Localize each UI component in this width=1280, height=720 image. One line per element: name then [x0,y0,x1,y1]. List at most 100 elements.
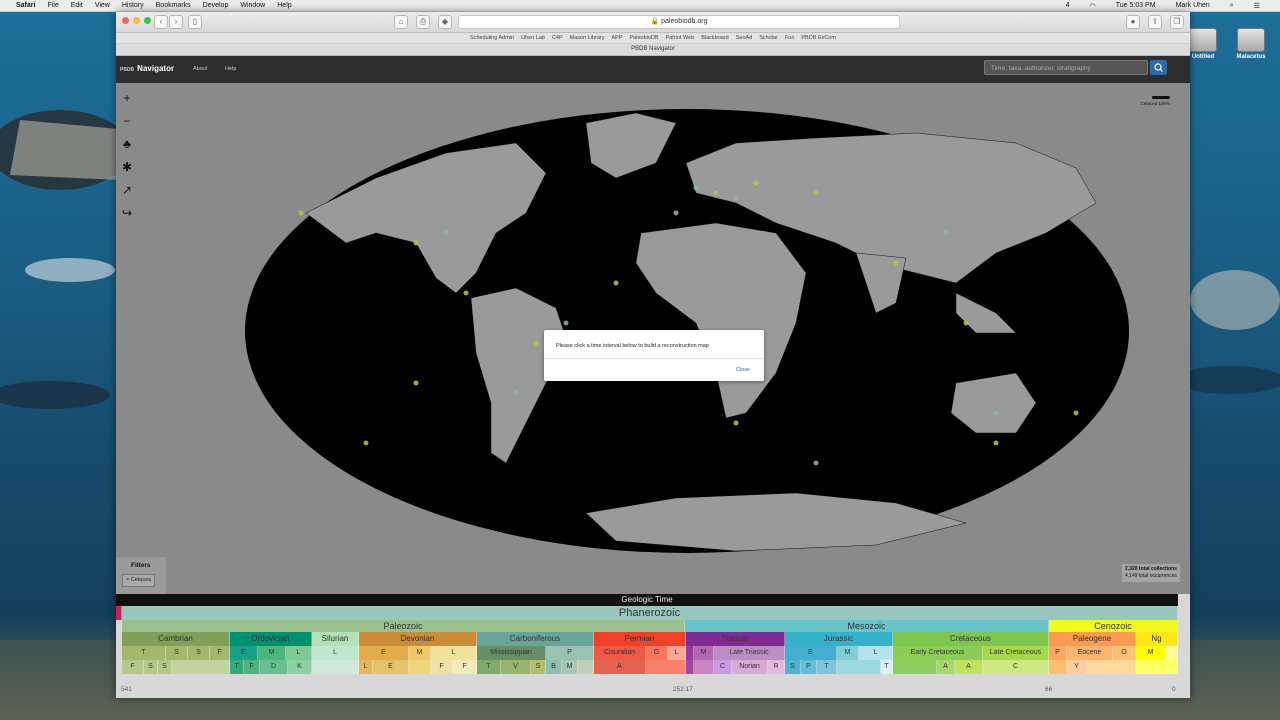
minimize-window-button[interactable] [133,17,140,24]
stage-cell[interactable] [312,660,359,674]
clock[interactable]: Tue 5:03 PM [1116,2,1156,9]
stage-cell[interactable]: V [501,660,531,674]
epoch-oligocene[interactable]: O [1113,646,1136,660]
battery-count[interactable]: 4 [1066,2,1070,9]
stage-cell[interactable]: F [244,660,260,674]
search-input[interactable]: Time, taxa, authorizer, stratigraphy [984,60,1148,75]
era-paleozoic[interactable]: Paleozoic [122,620,685,632]
epoch-cell[interactable]: L [431,646,477,660]
eon-phanerozoic[interactable]: Phanerozoic [122,606,1178,620]
epoch-early-cretaceous[interactable]: Early Cretaceous [893,646,983,660]
period-cretaceous[interactable]: Cretaceous [893,632,1049,646]
download-icon[interactable]: ● [1126,15,1140,29]
bookmark-item[interactable]: SeoAd [736,35,753,41]
menu-develop[interactable]: Develop [203,2,229,9]
period-jurassic[interactable]: Jurassic [785,632,893,646]
epoch-early-jurassic[interactable]: E [785,646,837,660]
tabs-icon[interactable]: ❐ [1170,15,1184,29]
epoch-cell[interactable]: M [409,646,431,660]
stage-cell[interactable]: P [801,660,817,674]
bookmark-item[interactable]: Scholar [759,35,778,41]
stage-cell[interactable] [646,660,686,674]
menu-bookmarks[interactable]: Bookmarks [156,2,191,9]
share-icon[interactable]: ⇪ [1148,15,1162,29]
stage-cell[interactable]: A [937,660,955,674]
period-cambrian[interactable]: Cambrian [122,632,230,646]
era-cenozoic[interactable]: Cenozoic [1049,620,1178,632]
epoch-cell[interactable]: T [122,646,166,660]
zoom-window-button[interactable] [144,17,151,24]
epoch-paleocene[interactable]: P [1049,646,1067,660]
stage-cell[interactable]: D [260,660,288,674]
epoch-middle-triassic[interactable]: M [694,646,714,660]
stage-cell[interactable]: T [230,660,244,674]
stage-cell[interactable]: B [546,660,562,674]
forward-button[interactable]: › [169,15,183,29]
stage-cell[interactable]: S [158,660,172,674]
stage-cell[interactable] [1049,660,1067,674]
period-carboniferous[interactable]: Carboniferous [477,632,594,646]
taxa-filter-icon[interactable]: ♣ [119,135,135,153]
period-silurian[interactable]: Silurian [312,632,359,646]
bookmark-item[interactable]: PaleobioDB [630,35,659,41]
notification-icon[interactable]: ☰ [1254,2,1260,10]
address-bar[interactable]: 🔒 paleobiodb.org [458,15,900,29]
bookmark-item[interactable]: Mason Library [570,35,605,41]
stage-cell[interactable]: C [714,660,732,674]
search-button[interactable] [1150,60,1167,75]
stage-cell[interactable]: T [881,660,893,674]
period-devonian[interactable]: Devonian [359,632,477,646]
stage-cell[interactable]: L [359,660,373,674]
period-triassic[interactable]: Triassic [686,632,785,646]
share-arrow-icon[interactable]: ↪ [119,204,135,222]
bookmark-item[interactable]: PBDB ExCom [801,35,836,41]
epoch-miocene[interactable]: M [1136,646,1166,660]
stage-cell[interactable]: S [531,660,546,674]
stage-cell[interactable] [409,660,431,674]
epoch-early-triassic[interactable] [686,646,694,660]
stage-cell[interactable]: C [983,660,1049,674]
epoch-cell[interactable]: E [359,646,409,660]
stage-cell[interactable]: M [562,660,578,674]
epoch-cell[interactable]: E [230,646,258,660]
stage-cell[interactable]: T [817,660,837,674]
stage-cell[interactable]: A [955,660,983,674]
stage-cell[interactable]: A [594,660,646,674]
stage-cell[interactable] [686,660,694,674]
stage-cell[interactable]: S [144,660,158,674]
epoch-cell[interactable]: S [166,646,188,660]
stage-cell[interactable]: S [785,660,801,674]
bookmark-item[interactable]: Fun [785,35,794,41]
period-neogene[interactable]: Ng [1136,632,1178,646]
epoch-cell[interactable]: M [258,646,286,660]
epoch-late-cretaceous[interactable]: Late Cretaceous [983,646,1049,660]
menu-history[interactable]: History [122,2,144,9]
brand-logo[interactable]: PBDB Navigator [120,64,174,73]
epoch-eocene[interactable]: Eocene [1067,646,1113,660]
era-mesozoic[interactable]: Mesozoic [685,620,1049,632]
nav-about-link[interactable]: About [193,66,207,72]
menu-help[interactable]: Help [277,2,291,9]
epoch-lopingian[interactable]: L [668,646,686,660]
epoch-middle-jurassic[interactable]: M [837,646,859,660]
period-ordovician[interactable]: Ordovician [230,632,312,646]
map-panel[interactable]: + − ♣ ✱ ↗ ↪ Cetacea 100% Filters × Cetac… [116,83,1190,595]
period-paleogene[interactable]: Paleogene [1049,632,1136,646]
bookmark-item[interactable]: C4P [552,35,563,41]
stage-cell[interactable]: F [453,660,477,674]
stage-cell[interactable] [172,660,230,674]
desktop-icon-malacetus[interactable]: Malacetus [1231,28,1271,60]
zoom-out-button[interactable]: − [119,112,135,130]
period-permian[interactable]: Permian [594,632,686,646]
stage-cell[interactable]: E [373,660,409,674]
bookmark-item[interactable]: Scheduling Admin [470,35,514,41]
stage-cell[interactable]: F [122,660,144,674]
wifi-icon[interactable]: ◠ [1090,2,1096,10]
remove-filter-icon[interactable]: × [126,577,129,583]
modal-close-button[interactable]: Close [736,367,750,373]
menu-file[interactable]: File [47,2,58,9]
print-icon[interactable]: ⎙ [416,15,430,29]
menu-safari[interactable]: Safari [16,2,35,9]
tab-title[interactable]: PBDB Navigator [116,44,1190,56]
stage-cell[interactable] [694,660,714,674]
